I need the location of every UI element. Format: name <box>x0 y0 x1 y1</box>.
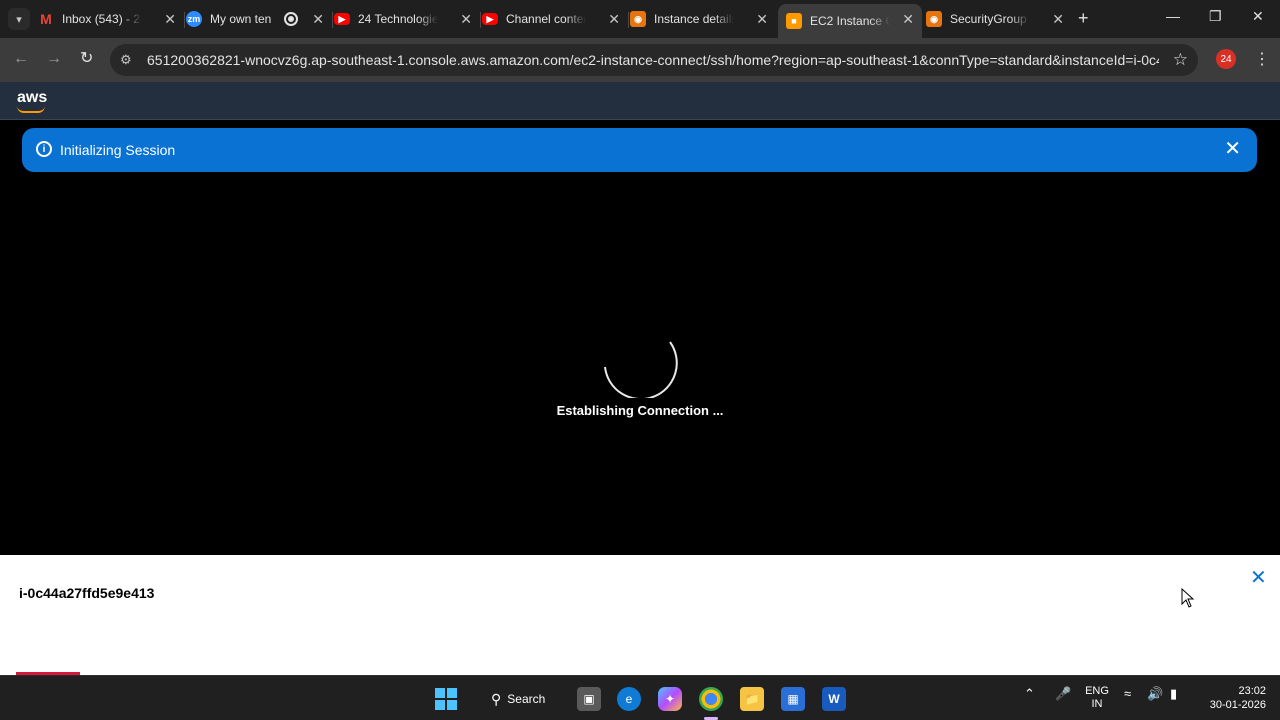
bookmark-star-icon[interactable]: ☆ <box>1173 50 1188 70</box>
language-indicator[interactable]: ENG IN <box>1085 685 1109 711</box>
tab-security-group[interactable]: ◉ SecurityGroup | ✕ <box>926 4 1072 34</box>
tab-separator <box>332 12 333 28</box>
connection-status: Establishing Connection ... <box>556 403 724 418</box>
tab-youtube-technologies[interactable]: ▶ 24 Technologies ✕ <box>334 4 480 34</box>
close-icon[interactable]: ✕ <box>164 11 176 27</box>
store-icon[interactable]: ▦ <box>781 687 805 711</box>
close-icon[interactable]: ✕ <box>756 11 768 27</box>
language-region: IN <box>1091 698 1103 710</box>
tab-title: SecurityGroup | <box>950 12 1030 26</box>
word-icon[interactable]: W <box>822 687 846 711</box>
site-info-icon[interactable]: ⚙ <box>120 52 132 68</box>
chrome-icon[interactable] <box>699 687 723 711</box>
tab-title: Inbox (543) - 24 <box>62 12 142 26</box>
taskbar-search[interactable]: ⚲ Search <box>481 684 555 714</box>
aws-logo[interactable]: aws <box>17 89 47 107</box>
close-icon[interactable]: ✕ <box>460 11 472 27</box>
aws-cube-icon: ■ <box>786 13 802 29</box>
restore-icon[interactable]: ❐ <box>1209 8 1222 25</box>
search-icon: ⚲ <box>491 690 502 707</box>
tab-title: Channel content <box>506 12 586 26</box>
window-close-icon[interactable]: ✕ <box>1252 8 1264 25</box>
forward-icon[interactable]: → <box>46 50 62 68</box>
aws-header: aws <box>0 82 1280 120</box>
address-bar[interactable]: ⚙ 651200362821-wnocvz6g.ap-southeast-1.c… <box>110 44 1198 76</box>
tab-instance-details[interactable]: ◉ Instance details ✕ <box>630 4 776 34</box>
battery-icon[interactable]: ▮ <box>1170 686 1177 702</box>
tab-gmail[interactable]: M Inbox (543) - 24 ✕ <box>38 4 184 34</box>
volume-icon[interactable]: 🔊 <box>1147 686 1163 702</box>
file-explorer-icon[interactable]: 📁 <box>740 687 764 711</box>
close-icon[interactable]: ✕ <box>608 11 620 27</box>
terminal-area[interactable]: Establishing Connection ... <box>0 172 1280 555</box>
tab-title: My own ten <box>210 12 272 26</box>
aws-icon: ◉ <box>630 11 646 27</box>
windows-start-icon[interactable] <box>434 687 458 711</box>
clock-time: 23:02 <box>1238 685 1266 697</box>
loading-spinner <box>604 341 678 398</box>
recording-icon <box>284 12 298 26</box>
close-icon[interactable]: ✕ <box>902 11 914 27</box>
task-view-icon[interactable]: ▣ <box>577 687 601 711</box>
aws-icon: ◉ <box>926 11 942 27</box>
close-icon[interactable]: ✕ <box>1052 11 1064 27</box>
clock-date: 30-01-2026 <box>1209 699 1266 711</box>
tab-title: EC2 Instance Co <box>810 14 890 28</box>
close-icon[interactable]: ✕ <box>312 11 324 27</box>
wifi-icon[interactable]: ≈ <box>1124 686 1131 701</box>
search-label: Search <box>507 692 546 706</box>
info-icon: i <box>36 141 52 157</box>
new-tab-button[interactable]: + <box>1078 9 1089 27</box>
reload-icon[interactable]: ↻ <box>80 50 93 68</box>
profile-avatar[interactable]: 24 <box>1216 49 1236 69</box>
tab-search-button[interactable]: ▾ <box>8 8 30 30</box>
minimize-icon[interactable]: — <box>1166 8 1180 24</box>
browser-toolbar: ← → ↻ ⚙ 651200362821-wnocvz6g.ap-southea… <box>0 38 1280 82</box>
flash-dismiss-button[interactable]: ✕ <box>1224 138 1241 160</box>
aws-logo-smile <box>17 106 45 113</box>
instance-id: i-0c44a27ffd5e9e413 <box>19 585 155 601</box>
instance-panel: i-0c44a27ffd5e9e413 ✕ <box>0 555 1280 675</box>
edge-icon[interactable]: e <box>617 687 641 711</box>
tab-youtube-channel[interactable]: ▶ Channel content ✕ <box>482 4 628 34</box>
browser-menu-icon[interactable]: ⋮ <box>1254 49 1270 69</box>
tab-separator <box>480 12 481 28</box>
taskbar-clock[interactable]: 23:02 30-01-2026 <box>1200 684 1266 712</box>
flash-banner: i Initializing Session ✕ <box>22 128 1257 172</box>
mouse-cursor-icon <box>1181 588 1195 608</box>
url-text[interactable]: 651200362821-wnocvz6g.ap-southeast-1.con… <box>147 52 1159 68</box>
flash-message: Initializing Session <box>60 142 176 158</box>
tab-separator <box>628 12 629 28</box>
windows-taskbar: ⚲ Search ▣ e ✦ 📁 ▦ W ⌃ 🎤 ENG IN ≈ 🔊 ▮ 23… <box>0 675 1280 720</box>
microphone-icon[interactable]: 🎤 <box>1055 686 1071 702</box>
tab-ec2-instance-connect[interactable]: ■ EC2 Instance Co ✕ <box>778 4 922 38</box>
language-code: ENG <box>1085 685 1109 697</box>
zoom-icon: zm <box>186 11 202 27</box>
panel-close-button[interactable]: ✕ <box>1250 567 1267 589</box>
gmail-icon: M <box>40 11 52 27</box>
copilot-icon[interactable]: ✦ <box>658 687 682 711</box>
youtube-icon: ▶ <box>334 13 350 25</box>
tab-title: 24 Technologies <box>358 12 438 26</box>
back-icon[interactable]: ← <box>13 50 29 68</box>
browser-tab-strip: ▾ M Inbox (543) - 24 ✕ zm My own ten ✕ ▶… <box>0 0 1280 38</box>
tab-title: Instance details <box>654 12 734 26</box>
tab-zoom[interactable]: zm My own ten ✕ <box>186 4 332 34</box>
youtube-icon: ▶ <box>482 13 498 25</box>
tray-overflow-icon[interactable]: ⌃ <box>1024 686 1035 702</box>
tab-separator <box>184 12 185 28</box>
